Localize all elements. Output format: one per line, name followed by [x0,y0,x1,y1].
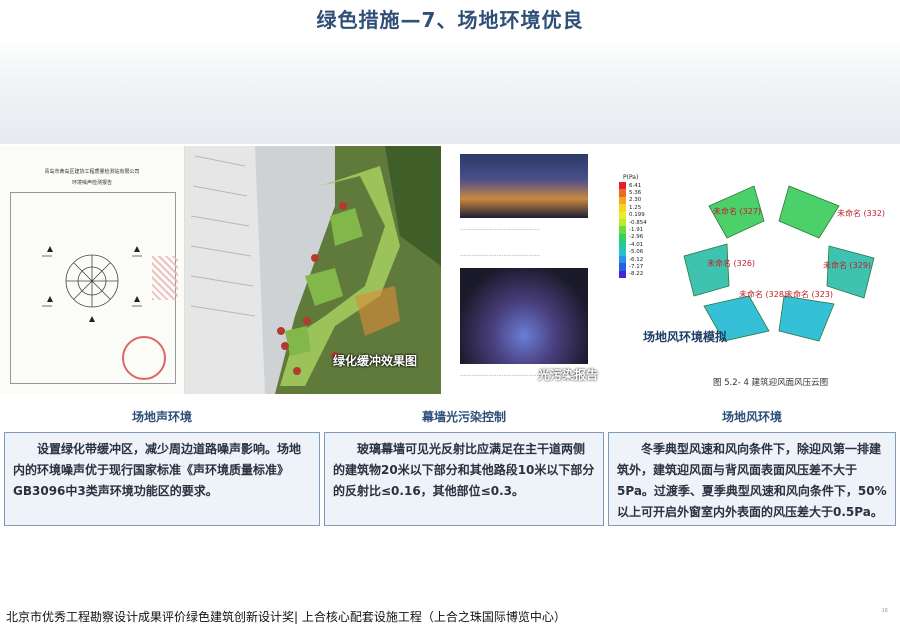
header-band [0,36,900,144]
legend-value: -5.06 [629,249,644,256]
wind-label-1: 未命名 (327) [713,207,762,216]
section-caption-light: 幕墙光污染控制 [421,410,506,424]
landscape-buffer-image: 绿化缓冲效果图 [185,146,441,394]
legend-value: 0.199 [629,212,645,219]
noise-report-image: 青岛市黄岛区建协工程质量检测站有限公司 环境噪声检测报告 [0,146,185,394]
legend-swatch [619,211,626,219]
wind-label-5: 未命名 (323) [785,290,834,299]
pressure-legend: 6.41 5.36 2.30 1.25 0.199 -0.854 -1.91 -2.96 -4.… [619,182,665,279]
red-seal [122,336,166,380]
legend-value: -4.01 [629,241,644,248]
legend-value: 1.25 [629,204,642,211]
legend-row: -5.06 [619,248,665,256]
legend-swatch [619,270,626,279]
report-org: 青岛市黄岛区建协工程质量检测站有限公司 [44,169,140,175]
wind-label-2: 未命名 (332) [837,209,886,218]
legend-title: P(Pa) [623,174,639,181]
legend-value: 2.30 [629,197,642,204]
legend-row: 5.36 [619,189,665,197]
legend-swatch [619,189,626,197]
legend-row: -4.01 [619,241,665,249]
legend-row: 0.199 [619,211,665,219]
section-text-wind: 冬季典型风速和风向条件下，除迎风第一排建筑外，建筑迎风面与背风面表面风压差不大于… [617,442,887,519]
section-box-noise: 设置绿化带缓冲区，减少周边道路噪声影响。场地内的环境噪声优于现行国家标准《声环境… [4,432,320,526]
legend-swatch [619,196,626,205]
wind-simulation-image: P(Pa) 6.41 5.36 2.30 1.25 0.199 -0.854 -1.91 -2… [609,146,900,394]
legend-swatch [619,226,626,234]
legend-row: 6.41 [619,182,665,190]
section-box-light: 玻璃幕墙可见光反射比应满足在主干道两侧的建筑物20米以下部分和其他路段10米以下… [324,432,604,526]
legend-swatch [619,263,626,271]
legend-value: -0.854 [629,219,647,226]
legend-swatch [619,218,626,227]
legend-value: 6.41 [629,182,642,189]
section-box-wind: 冬季典型风速和风向条件下，除迎风第一排建筑外，建筑迎风面与背风面表面风压差不大于… [608,432,896,526]
legend-value: -6.12 [629,256,644,263]
legend-swatch [619,255,626,264]
legend-swatch [619,241,626,249]
legend-row: 2.30 [619,196,665,205]
legend-row: -0.854 [619,218,665,227]
wind-label-3: 未命名 (326) [707,259,756,268]
legend-row: -6.12 [619,255,665,264]
legend-swatch [619,182,626,190]
wind-label-4: 未命名 (329) [823,261,872,270]
section-caption-wind: 场地风环境 [721,410,782,424]
light-pollution-image: ………………………………………… ………………………………………… ………………… [446,146,606,394]
legend-row: -1.91 [619,226,665,234]
legend-swatch [619,233,626,242]
building-night-photo [460,154,588,218]
legend-swatch [619,248,626,256]
page-title: 绿色措施—7、场地环境优良 [316,8,584,32]
landscape-overlay-label: 绿化缓冲效果图 [333,354,418,368]
interior-lighting-photo [460,268,588,364]
legend-value: -2.96 [629,234,644,241]
legend-row: -2.96 [619,233,665,242]
hatched-area [152,256,178,300]
legend-value: -1.91 [629,227,644,234]
legend-row: -8.22 [619,270,665,279]
legend-value: -7.17 [629,263,644,270]
wind-label-6: 未命名 (328) [739,290,788,299]
legend-row: -7.17 [619,263,665,271]
legend-row: 1.25 [619,204,665,212]
light-overlay-label: 光污染报告 [538,368,599,382]
site-plan-drawing [42,246,142,322]
legend-value: -8.22 [629,271,644,278]
wind-overlay-label: 场地风环境模拟 [643,330,728,344]
report-doc-title: 环境噪声检测报告 [71,180,112,186]
section-caption-noise: 场地声环境 [131,410,192,424]
footer-text: 北京市优秀工程勘察设计成果评价绿色建筑创新设计奖| 上合核心配套设施工程（上合之… [6,610,566,624]
section-text-light: 玻璃幕墙可见光反射比应满足在主干道两侧的建筑物20米以下部分和其他路段10米以下… [333,442,595,498]
legend-swatch [619,204,626,212]
legend-value: 5.36 [629,190,642,197]
section-text-noise: 设置绿化带缓冲区，减少周边道路噪声影响。场地内的环境噪声优于现行国家标准《声环境… [13,442,302,498]
page-number: 16 [881,608,888,614]
wind-figure-caption: 图 5.2- 4 建筑迎风面风压云图 [713,378,829,388]
